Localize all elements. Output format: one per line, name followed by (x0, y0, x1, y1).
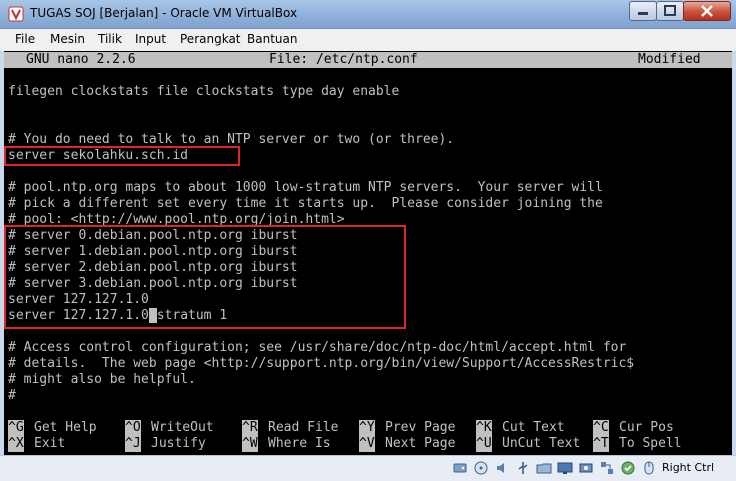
menu-input[interactable]: Input (135, 32, 166, 46)
file-line: # pool.ntp.org maps to about 1000 low-st… (8, 180, 603, 195)
vm-display[interactable]: GNU nano 2.2.6 File: /etc/ntp.conf Modif… (4, 51, 732, 455)
shortcut-label: Read File (268, 420, 339, 435)
shortcut-key: ^R (242, 420, 258, 436)
shortcut-key: ^Y (359, 420, 375, 436)
shortcut-label: Get Help (34, 420, 97, 435)
shortcut-key: ^V (359, 436, 375, 452)
usb-icon[interactable] (515, 460, 531, 476)
shared-folders-icon[interactable] (536, 460, 552, 476)
file-line: # Access control configuration; see /usr… (8, 340, 627, 355)
shortcut-key: ^O (125, 420, 141, 436)
audio-icon[interactable] (494, 460, 510, 476)
shortcut-label: Next Page (385, 436, 456, 451)
vm-status-bar: Right Ctrl (0, 455, 736, 481)
file-line: filegen clockstats file clockstats type … (8, 84, 400, 99)
shortcut-label: Cur Pos (619, 420, 674, 435)
file-line: # pick a different set every time it sta… (8, 196, 603, 211)
shortcut-key: ^C (593, 420, 609, 436)
nano-title-bar: GNU nano 2.2.6 File: /etc/ntp.conf Modif… (4, 52, 732, 68)
nano-version: GNU nano 2.2.6 (26, 52, 136, 67)
file-line: # (8, 388, 16, 403)
shortcut-key: ^U (476, 436, 492, 452)
shortcut-key: ^K (476, 420, 492, 436)
file-line: # details. The web page <http://support.… (8, 356, 635, 371)
cpu-icon[interactable] (620, 460, 636, 476)
shortcut-key: ^W (242, 436, 258, 452)
menu-file[interactable]: File (15, 32, 35, 46)
nano-file-name: File: /etc/ntp.conf (269, 52, 418, 67)
window-title-bar[interactable]: TUGAS SOJ [Berjalan] - Oracle VM Virtual… (0, 0, 736, 29)
shortcut-key: ^X (8, 436, 24, 452)
minimize-button[interactable] (629, 1, 657, 21)
shortcut-label: Cut Text (502, 420, 565, 435)
shortcut-label: Prev Page (385, 420, 456, 435)
shortcut-key: ^G (8, 420, 24, 436)
video-capture-icon[interactable] (578, 460, 594, 476)
mouse-integration-icon[interactable] (641, 460, 657, 476)
file-line: # might also be helpful. (8, 372, 196, 387)
menu-bantuan[interactable]: Bantuan (247, 32, 297, 46)
host-key-label: Right Ctrl (662, 461, 715, 474)
optical-drive-icon[interactable] (473, 460, 489, 476)
display-icon[interactable] (557, 460, 573, 476)
shortcut-label: UnCut Text (502, 436, 581, 451)
nano-modified-flag: Modified (638, 52, 701, 67)
maximize-button[interactable] (656, 1, 684, 21)
maximize-icon (664, 5, 676, 16)
hard-disk-icon[interactable] (452, 460, 468, 476)
shortcut-key: ^J (125, 436, 141, 452)
highlight-box-pool (4, 225, 406, 329)
minimize-icon (638, 12, 648, 15)
shortcut-label: Where Is (268, 436, 331, 451)
menu-bar: File Mesin Tilik Input Perangkat Bantuan (0, 29, 736, 52)
menu-mesin[interactable]: Mesin (50, 32, 85, 46)
menu-tilik[interactable]: Tilik (98, 32, 122, 46)
window-title: TUGAS SOJ [Berjalan] - Oracle VM Virtual… (30, 6, 298, 20)
shortcut-key: ^T (593, 436, 609, 452)
shortcut-label: Exit (34, 436, 66, 451)
network-icon[interactable] (599, 460, 615, 476)
shortcut-label: To Spell (619, 436, 682, 451)
menu-perangkat[interactable]: Perangkat (180, 32, 241, 46)
virtualbox-app-icon (8, 6, 24, 22)
close-button[interactable] (683, 1, 731, 21)
close-icon (701, 5, 713, 17)
shortcut-label: WriteOut (151, 420, 214, 435)
shortcut-label: Justify (151, 436, 206, 451)
highlight-box-server (4, 146, 240, 166)
